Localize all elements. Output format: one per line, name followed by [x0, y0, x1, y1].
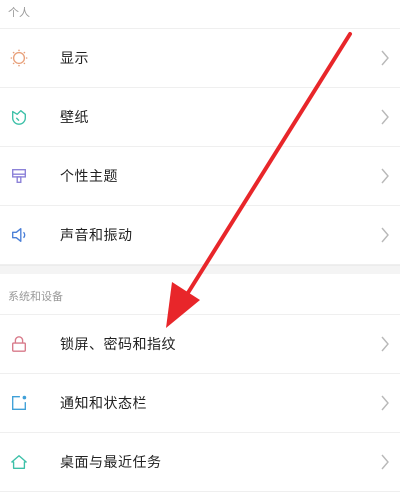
section-header-personal: 个人 — [0, 0, 400, 28]
display-icon — [10, 49, 28, 67]
chevron-right-icon — [381, 454, 389, 470]
settings-item-lock-screen[interactable]: 锁屏、密码和指纹 — [0, 314, 400, 374]
settings-item-theme[interactable]: 个性主题 — [0, 147, 400, 206]
chevron-right-icon — [381, 227, 389, 243]
sound-icon — [12, 228, 26, 242]
settings-item-label: 桌面与最近任务 — [60, 455, 162, 471]
settings-item-label: 显示 — [60, 51, 89, 67]
home-icon — [11, 455, 27, 469]
settings-item-notifications[interactable]: 通知和状态栏 — [0, 374, 400, 433]
settings-item-wallpaper[interactable]: 壁纸 — [0, 88, 400, 147]
settings-item-label: 壁纸 — [60, 110, 89, 126]
chevron-right-icon — [381, 168, 389, 184]
chevron-right-icon — [381, 109, 389, 125]
section-divider — [0, 265, 400, 274]
lock-icon — [12, 336, 26, 352]
chevron-right-icon — [381, 50, 389, 66]
section-header-label: 个人 — [8, 6, 30, 19]
chevron-right-icon — [381, 395, 389, 411]
settings-item-sound[interactable]: 声音和振动 — [0, 206, 400, 265]
settings-screen: 个人 显示 壁纸 个性主题 声音和振动 系统和设备 锁屏、密码和指纹 通知和状态… — [0, 0, 400, 492]
settings-item-label: 声音和振动 — [60, 228, 133, 244]
settings-item-label: 个性主题 — [60, 169, 118, 185]
settings-item-display[interactable]: 显示 — [0, 28, 400, 88]
chevron-right-icon — [381, 336, 389, 352]
section-header-label: 系统和设备 — [8, 290, 63, 303]
theme-icon — [12, 169, 26, 183]
settings-item-label: 通知和状态栏 — [60, 396, 147, 412]
notification-icon — [12, 395, 27, 410]
section-header-system: 系统和设备 — [0, 274, 400, 314]
wallpaper-icon — [12, 110, 26, 125]
settings-item-label: 锁屏、密码和指纹 — [60, 337, 176, 353]
settings-item-home-screen[interactable]: 桌面与最近任务 — [0, 433, 400, 492]
